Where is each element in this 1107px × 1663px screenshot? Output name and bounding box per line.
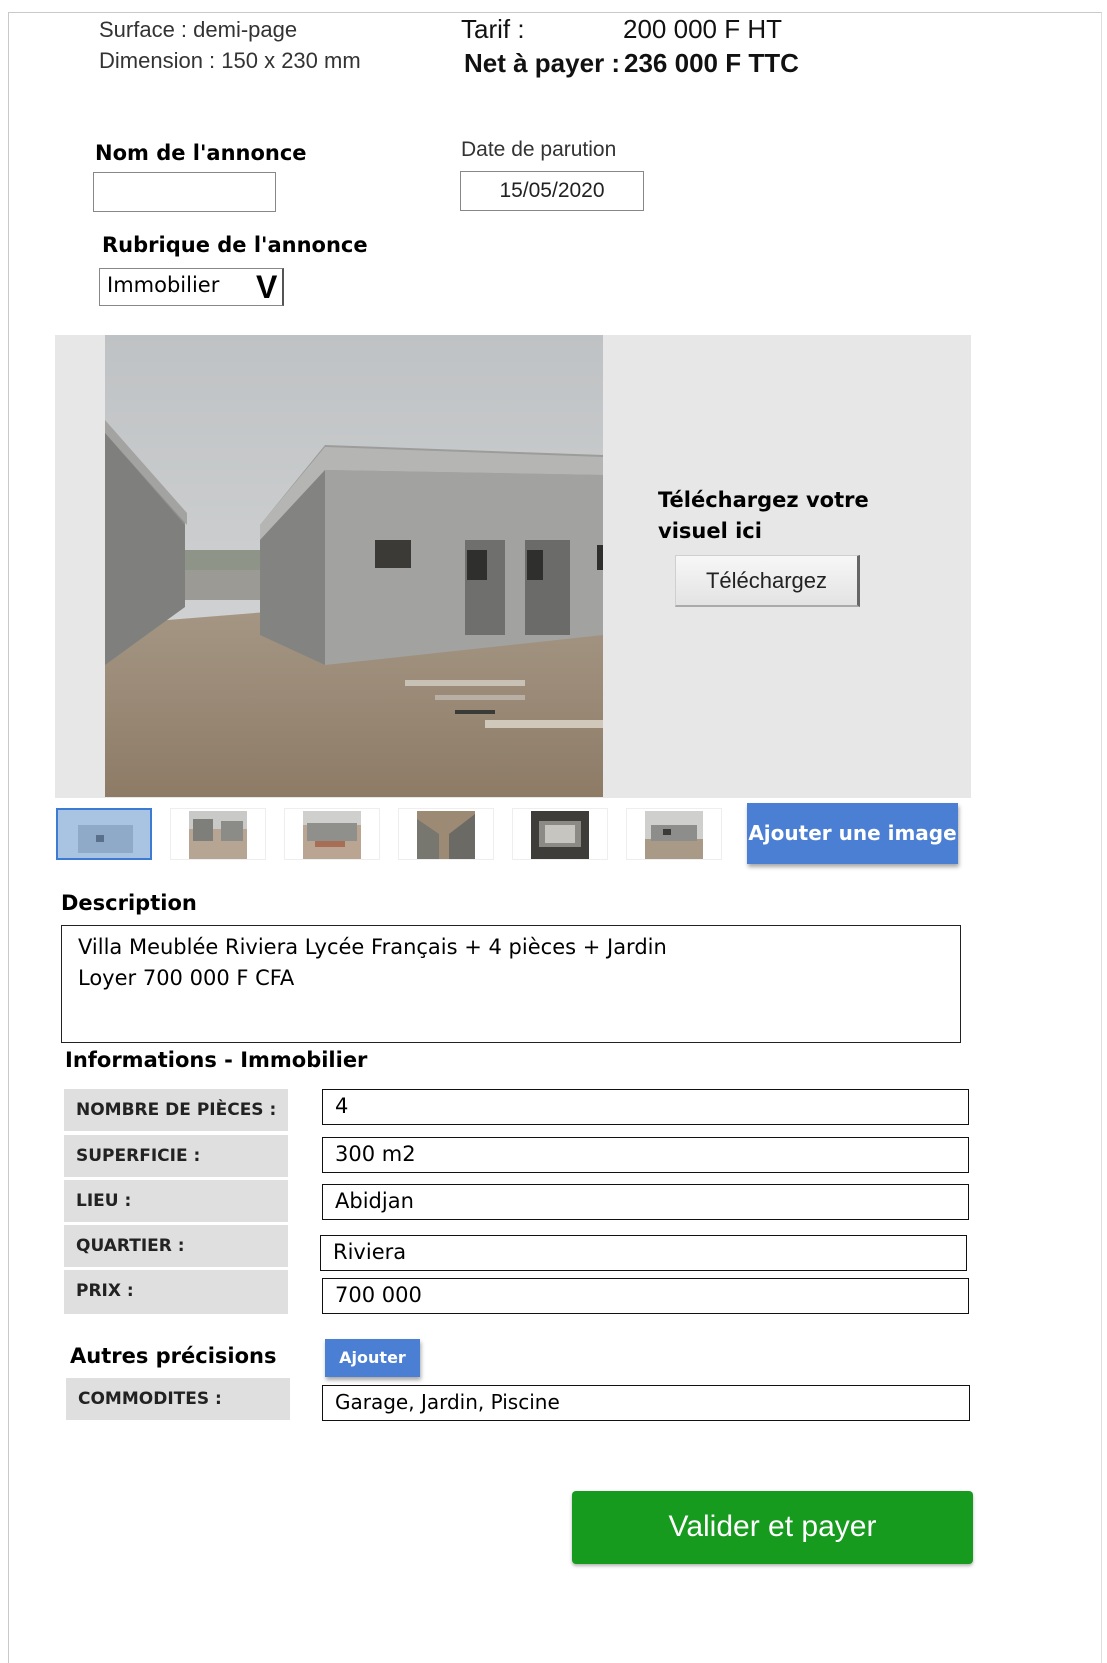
info-label-superficie: SUPERFICIE : (64, 1135, 288, 1177)
upload-title: Téléchargez votre visuel ici (658, 485, 869, 547)
info-label-prix: PRIX : (64, 1270, 288, 1314)
tarif-label: Tarif : (461, 14, 525, 44)
add-image-button[interactable]: Ajouter une image (747, 803, 958, 864)
main-photo (105, 335, 603, 797)
description-label: Description (61, 891, 197, 915)
thumbnail-3[interactable] (284, 808, 380, 860)
rubrique-value: Immobilier (107, 273, 220, 297)
commodites-label: COMMODITES : (66, 1378, 290, 1420)
net-value: 236 000 F TTC (624, 48, 799, 78)
thumbnail-2[interactable] (170, 808, 266, 860)
tarif-value: 200 000 F HT (623, 14, 782, 44)
info-label-lieu: LIEU : (64, 1180, 288, 1222)
upload-title-line1: Téléchargez votre (658, 488, 869, 512)
informations-title: Informations - Immobilier (65, 1048, 368, 1072)
description-line1: Villa Meublée Riviera Lycée Français + 4… (78, 935, 667, 959)
thumbnail-6[interactable] (626, 808, 722, 860)
info-value-quartier[interactable]: Riviera (320, 1235, 967, 1271)
nom-label: Nom de l'annonce (95, 141, 307, 165)
date-label: Date de parution (461, 138, 617, 161)
thumbnail-4[interactable] (398, 808, 494, 860)
upload-title-line2: visuel ici (658, 519, 762, 543)
autres-label: Autres précisions (70, 1344, 277, 1368)
thumbnail-5[interactable] (512, 808, 608, 860)
net-label: Net à payer : (464, 48, 621, 78)
description-line2: Loyer 700 000 F CFA (78, 966, 295, 990)
info-label-quartier: QUARTIER : (64, 1225, 288, 1267)
dimension-text: Dimension : 150 x 230 mm (99, 48, 361, 73)
rubrique-label: Rubrique de l'annonce (102, 233, 368, 257)
upload-button[interactable]: Téléchargez (675, 555, 860, 607)
description-textarea[interactable]: Villa Meublée Riviera Lycée Français + 4… (61, 925, 961, 1043)
info-value-superficie[interactable]: 300 m2 (322, 1137, 969, 1173)
surface-text: Surface : demi-page (99, 17, 298, 42)
nom-input[interactable] (93, 172, 276, 212)
info-value-prix[interactable]: 700 000 (322, 1278, 969, 1314)
rubrique-select[interactable]: Immobilier V (99, 268, 284, 306)
submit-pay-button[interactable]: Valider et payer (572, 1491, 973, 1564)
info-value-pieces[interactable]: 4 (322, 1089, 969, 1125)
add-precision-button[interactable]: Ajouter (325, 1339, 420, 1377)
thumbnail-1[interactable] (56, 808, 152, 860)
info-value-lieu[interactable]: Abidjan (322, 1184, 969, 1220)
commodites-value[interactable]: Garage, Jardin, Piscine (322, 1385, 970, 1421)
chevron-down-icon: V (256, 269, 278, 305)
info-label-pieces: NOMBRE DE PIÈCES : (64, 1089, 288, 1131)
date-input[interactable]: 15/05/2020 (460, 171, 644, 211)
